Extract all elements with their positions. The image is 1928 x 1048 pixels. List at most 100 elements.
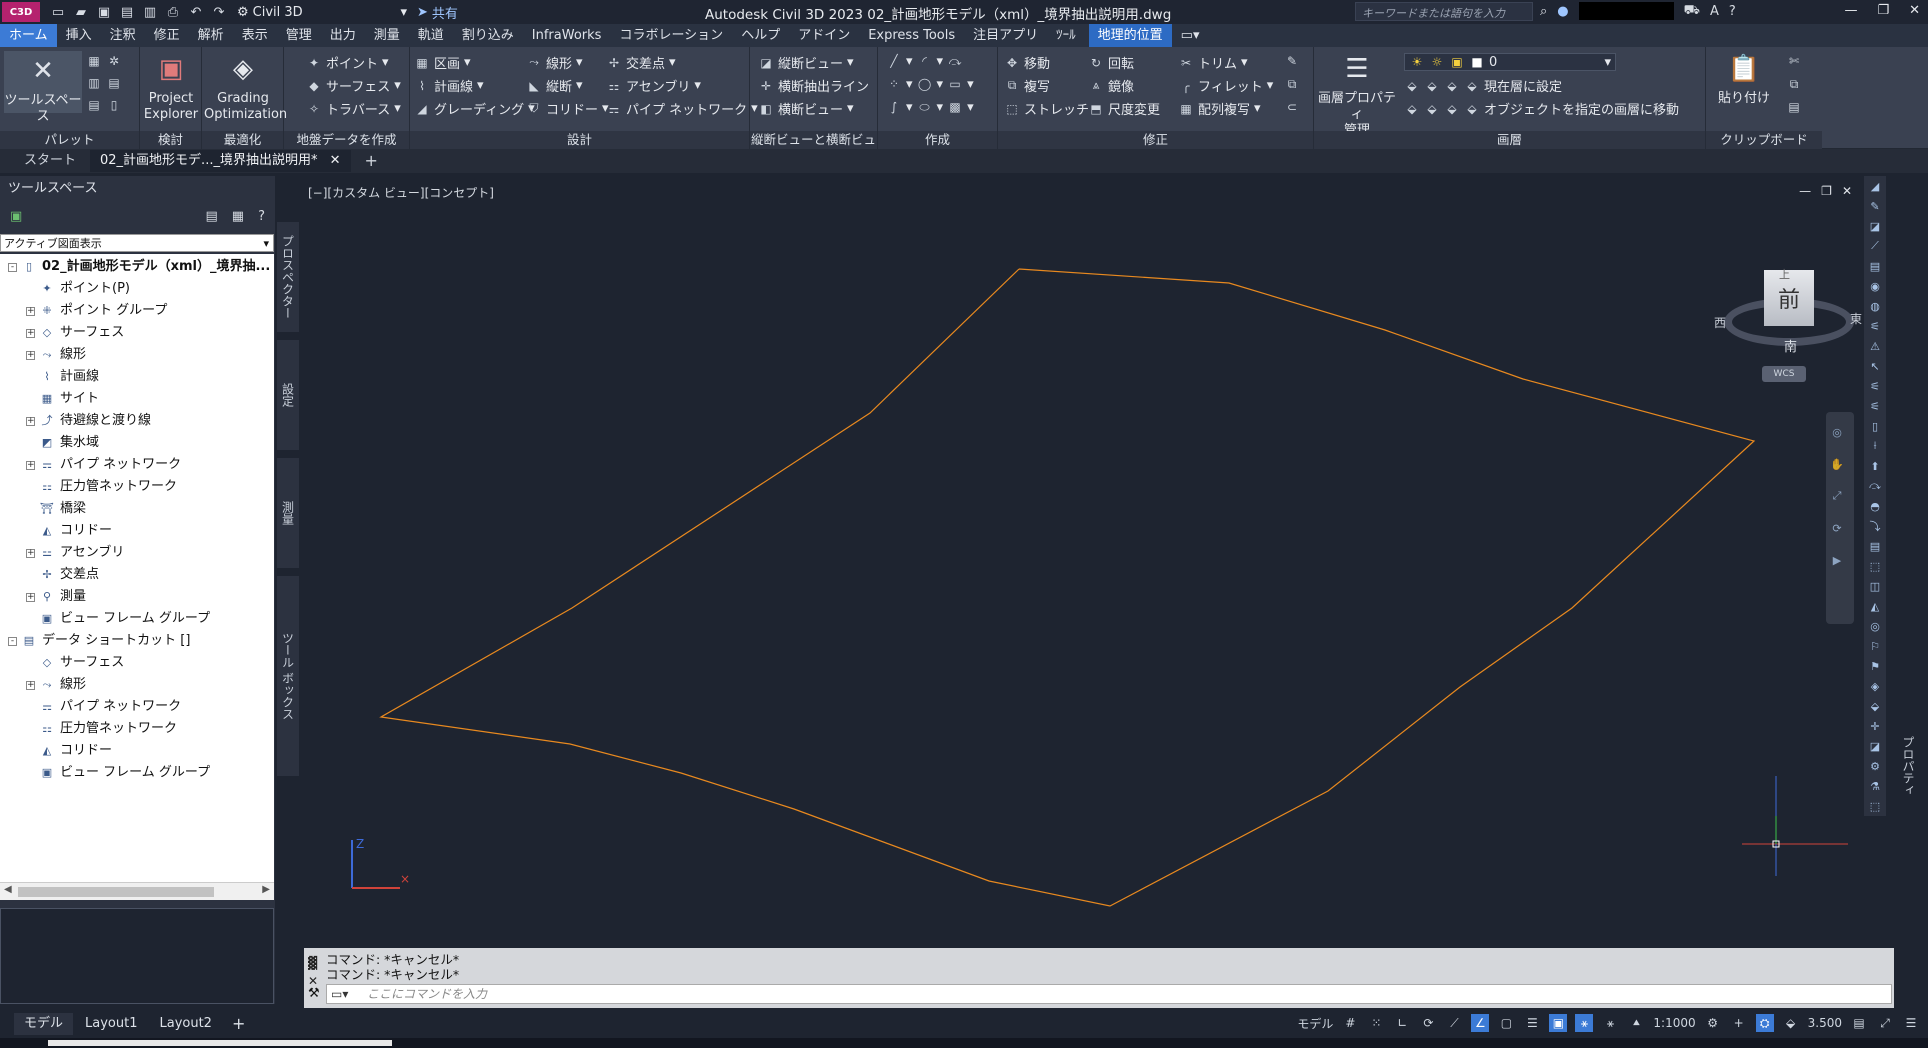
ribbon-tab[interactable]: 挿入 (57, 24, 101, 47)
sample-line-button[interactable]: ✛ 横断抽出ライン (758, 76, 869, 96)
section-view-button[interactable]: ◧ 横断ビュー ▾ (758, 99, 853, 118)
customize-icon[interactable]: ☰ (1902, 1014, 1920, 1032)
autodesk-a-icon[interactable]: A (1710, 4, 1719, 19)
publish-icon[interactable]: ▥ (142, 4, 158, 20)
panel-view-icon[interactable]: ▦ (232, 209, 244, 224)
tool-palette-icon[interactable]: ◓ (1864, 496, 1886, 516)
tab-start[interactable]: スタート (14, 150, 86, 172)
draw-panel-title[interactable]: 作成 (878, 131, 997, 149)
tree-node[interactable]: ▣ ビュー フレーム グループ (0, 762, 274, 784)
elevation-value[interactable]: 3.500 (1808, 1016, 1842, 1030)
collapse-icon[interactable]: - (8, 262, 17, 272)
tree-node[interactable]: ◩ 集水域 (0, 432, 274, 454)
tool-palette-icon[interactable]: ◉ (1864, 276, 1886, 296)
osnap-tracking-icon[interactable]: ▢ (1497, 1014, 1515, 1032)
surfaces-button[interactable]: ◆ サーフェス ▾ (306, 76, 400, 95)
ribbon-tab[interactable]: アドイン (789, 24, 859, 47)
grading-optimization-button[interactable]: ◈ Grading Optimization (204, 51, 287, 123)
grid-icon[interactable]: # (1341, 1014, 1359, 1032)
expand-icon[interactable]: + (26, 416, 35, 426)
paste-button[interactable]: 📋 貼り付け (1714, 51, 1774, 107)
object-snap-icon[interactable]: ∠ (1471, 1014, 1490, 1032)
ribbon-tab[interactable]: コラボレーション (610, 24, 732, 47)
expand-icon[interactable]: + (26, 680, 35, 690)
new-tab-button[interactable]: + (355, 150, 388, 172)
ribbon-tab[interactable]: 注釈 (101, 24, 145, 47)
palette-icons-row2[interactable]: ▥ ▤ (86, 75, 122, 91)
command-prompt-icon[interactable]: ▭▾ (331, 985, 348, 1003)
move-button[interactable]: ✥ 移動 (1004, 53, 1050, 73)
tool-palette-icon[interactable]: ⤼ (1864, 476, 1886, 496)
expand-icon[interactable]: + (26, 306, 35, 316)
close-icon[interactable]: ✕ (330, 153, 341, 168)
tool-palette-icon[interactable]: ◪ (1864, 216, 1886, 236)
new-file-icon[interactable]: ▭ (50, 4, 66, 20)
move-to-layer-button[interactable]: ⬙ ⬙ ⬙ ⬙ オブジェクトを指定の画層に移動 (1404, 99, 1679, 119)
viewcube-face[interactable]: 前 上 (1764, 268, 1814, 326)
layer-dropdown[interactable]: ☀ ☼ ▣ ■ 0 ▾ (1404, 53, 1616, 71)
tree-node[interactable]: + ⤳ 線形 (0, 344, 274, 366)
model-space-toggle[interactable]: モデル (1297, 1015, 1333, 1032)
tool-palette-icon[interactable]: ▤ (1864, 256, 1886, 276)
tree-node[interactable]: ◭ コリドー (0, 520, 274, 542)
tool-palette-icon[interactable]: ▤ (1864, 536, 1886, 556)
toolspace-side-tab[interactable]: ツール ボックス (277, 576, 299, 776)
tool-palette-icon[interactable]: ⚗ (1864, 776, 1886, 796)
scroll-left-icon[interactable]: ◀ (4, 884, 12, 895)
expand-icon[interactable]: + (26, 328, 35, 338)
tool-palette-icon[interactable]: ◎ (1864, 616, 1886, 636)
plus-icon[interactable]: + (1730, 1014, 1748, 1032)
redo-icon[interactable]: ↷ (211, 4, 227, 20)
layers-status-icon[interactable]: ⬙ (1782, 1014, 1800, 1032)
drawing-canvas[interactable]: [−][カスタム ビュー][コンセプト] — ❐ ✕ Z × 前 上 西 東 南 (304, 176, 1862, 946)
palette-icons-row3[interactable]: ▤ ▯ (86, 97, 122, 113)
rotate-button[interactable]: ↻ 回転 (1088, 53, 1134, 73)
save-icon[interactable]: ▣ (96, 4, 112, 20)
mirror-button[interactable]: ⩓ 鏡像 (1088, 76, 1134, 95)
properties-tab[interactable]: プロパティ (1900, 736, 1917, 796)
tree-node[interactable]: + ◇ サーフェス (0, 322, 274, 344)
annotation-scale-icon[interactable]: ⯅ (1627, 1014, 1645, 1032)
close-icon[interactable]: ✕ (1909, 3, 1920, 18)
draw-row2[interactable]: ⁘ ▾ ◯ ▾ ▭ ▾ (886, 76, 974, 92)
ribbon-tab[interactable]: 解析 (189, 24, 233, 47)
auto-scale-icon[interactable]: ⚹ (1601, 1014, 1619, 1032)
tree-node[interactable]: ✢ 交差点 (0, 564, 274, 586)
draw-row3[interactable]: ∫ ▾ ⬭ ▾ ▩ ▾ (886, 99, 974, 115)
set-current-layer-button[interactable]: ⬙ ⬙ ⬙ ⬙ 現在層に設定 (1404, 76, 1562, 96)
profile-view-button[interactable]: ◪ 縦断ビュー ▾ (758, 53, 853, 72)
tool-palette-icon[interactable]: ⚠ (1864, 336, 1886, 356)
expand-icon[interactable]: + (26, 350, 35, 360)
profile-button[interactable]: ◣ 縦断 ▾ (526, 76, 582, 95)
match-prop-button[interactable]: ▤ (1786, 99, 1802, 115)
annotation-scale-value[interactable]: 1:1000 (1653, 1016, 1695, 1030)
wrench-icon[interactable]: ⚒ (308, 986, 320, 1001)
grip-icon[interactable]: ▓ (308, 954, 318, 972)
tool-palette-icon[interactable]: ⬙ (1864, 696, 1886, 716)
ribbon-tab[interactable]: ﾂｰﾙ (1047, 24, 1085, 47)
orbit-icon[interactable]: ⟳ (1826, 518, 1848, 538)
viewcube-east-label[interactable]: 東 (1850, 310, 1862, 327)
tool-palette-icon[interactable]: ⬚ (1864, 796, 1886, 816)
hardware-icon[interactable]: ▤ (1850, 1014, 1868, 1032)
tool-palette-icon[interactable]: ↖ (1864, 356, 1886, 376)
tool-palette-icon[interactable]: ⚑ (1864, 656, 1886, 676)
tree-node[interactable]: ⚎ パイプ ネットワーク (0, 696, 274, 718)
project-explorer-button[interactable]: ▣ Project Explorer (142, 51, 200, 123)
tool-palette-icon[interactable]: ▯ (1864, 416, 1886, 436)
layer-properties-button[interactable]: ☰ 画層プロパティ 管理 (1316, 51, 1398, 139)
tool-palette-icon[interactable]: ◍ (1864, 296, 1886, 316)
tree-node[interactable]: ⛩ 橋梁 (0, 498, 274, 520)
tree-node[interactable]: + ⚲ 測量 (0, 586, 274, 608)
tree-node[interactable]: ⚏ 圧力管ネットワーク (0, 718, 274, 740)
cut-button[interactable]: ✄ (1786, 53, 1802, 69)
tree-node[interactable]: ⌇ 計画線 (0, 366, 274, 388)
offset-button[interactable]: ⊂ (1284, 99, 1300, 115)
ribbon-tab[interactable]: ヘルプ (732, 24, 789, 47)
ribbon-overflow-icon[interactable]: ▭▾ (1172, 24, 1209, 47)
viewcube[interactable]: 前 上 西 東 南 WCS (1714, 236, 1864, 386)
help-icon[interactable]: ? (1729, 4, 1736, 19)
layers-panel-title[interactable]: 画層 (1314, 131, 1705, 149)
fullscreen-icon[interactable]: ⤢ (1876, 1014, 1894, 1032)
copy-clip-button[interactable]: ⧉ (1786, 76, 1802, 92)
